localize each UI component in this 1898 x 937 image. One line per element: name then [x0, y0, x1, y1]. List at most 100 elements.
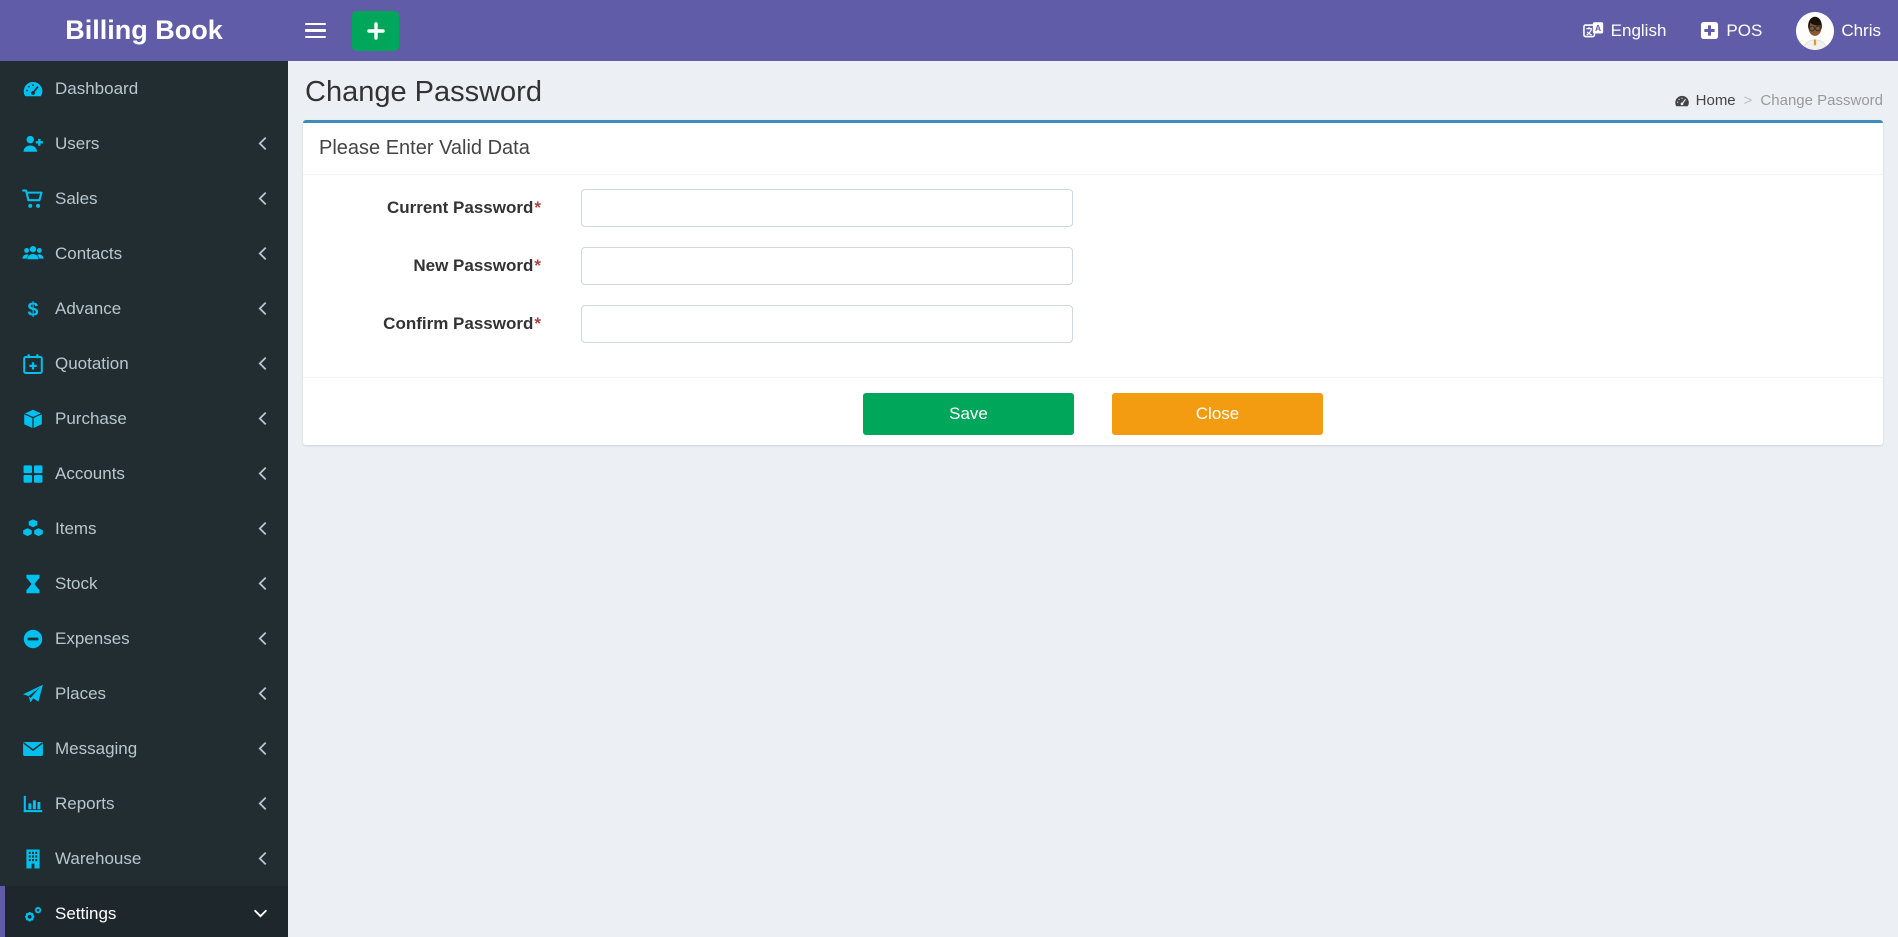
form-row-current-password: Current Password* [303, 189, 1883, 227]
sidebar-item-quotation[interactable]: Quotation [0, 336, 288, 391]
sidebar-item-accounts[interactable]: Accounts [0, 446, 288, 501]
chevron-left-icon [257, 521, 268, 536]
current-password-label: Current Password* [386, 198, 541, 217]
cart-icon [21, 188, 45, 210]
card-footer: Save Close [303, 377, 1883, 445]
navbar-right-menu: A English POS Chris [1582, 11, 1898, 50]
chevron-down-icon [253, 908, 268, 919]
sidebar-item-settings[interactable]: Settings [0, 886, 288, 937]
breadcrumb-home-link[interactable]: Home [1674, 92, 1736, 109]
sidebar-label: Items [55, 518, 97, 538]
user-plus-icon [21, 133, 45, 155]
pos-menu[interactable]: POS [1700, 21, 1762, 41]
change-password-form: Current Password* New Password* Confirm … [303, 175, 1883, 377]
sidebar-toggle-button[interactable] [305, 11, 339, 51]
form-row-new-password: New Password* [303, 247, 1883, 285]
quick-add-button[interactable] [352, 10, 399, 51]
new-password-field[interactable] [581, 247, 1073, 285]
chevron-left-icon [257, 851, 268, 866]
sidebar-label: Purchase [55, 408, 127, 428]
bar-chart-icon [21, 793, 45, 815]
card-title: Please Enter Valid Data [303, 123, 1883, 175]
sidebar-item-users[interactable]: Users [0, 116, 288, 171]
sidebar-label: Sales [55, 188, 98, 208]
chevron-left-icon [257, 686, 268, 701]
required-asterisk: * [534, 198, 541, 217]
cube-icon [21, 408, 45, 430]
save-button[interactable]: Save [863, 393, 1074, 435]
sidebar-item-reports[interactable]: Reports [0, 776, 288, 831]
change-password-card: Please Enter Valid Data Current Password… [303, 120, 1883, 445]
sidebar-item-sales[interactable]: Sales [0, 171, 288, 226]
chevron-left-icon [257, 466, 268, 481]
pos-label: POS [1726, 20, 1763, 40]
sidebar-item-items[interactable]: Items [0, 501, 288, 556]
new-password-label: New Password* [413, 256, 541, 275]
language-menu[interactable]: A English [1582, 20, 1667, 41]
sidebar-item-warehouse[interactable]: Warehouse [0, 831, 288, 886]
language-icon: A [1582, 20, 1604, 41]
dollar-icon: $ [21, 298, 45, 319]
app-logo[interactable]: Billing Book [0, 0, 288, 61]
sidebar-item-dashboard[interactable]: Dashboard [0, 61, 288, 116]
chevron-left-icon [257, 246, 268, 261]
chevron-left-icon [257, 631, 268, 646]
sidebar-label: Accounts [55, 463, 125, 483]
sidebar-label: Dashboard [55, 78, 139, 98]
gears-icon [21, 903, 45, 925]
sidebar-item-purchase[interactable]: Purchase [0, 391, 288, 446]
chevron-left-icon [257, 301, 268, 316]
grid-icon [21, 463, 45, 485]
chevron-left-icon [257, 576, 268, 591]
sidebar-label: Expenses [55, 628, 130, 648]
app-window: Billing Book A English POS Chris Dashboa… [0, 0, 1898, 937]
close-button[interactable]: Close [1112, 393, 1323, 435]
sidebar-label: Stock [55, 573, 98, 593]
required-asterisk: * [534, 314, 541, 333]
sidebar-label: Quotation [55, 353, 129, 373]
sidebar-label: Reports [55, 793, 115, 813]
chevron-left-icon [257, 796, 268, 811]
sidebar-item-contacts[interactable]: Contacts [0, 226, 288, 281]
navbar-strip: A English POS Chris [288, 0, 1898, 61]
current-password-field[interactable] [581, 189, 1073, 227]
calendar-plus-icon [21, 353, 45, 375]
breadcrumb-current: Change Password [1760, 92, 1883, 109]
sidebar-label: Settings [55, 903, 117, 923]
breadcrumb: Home > Change Password [1674, 92, 1883, 109]
dashboard-icon [1674, 93, 1690, 109]
confirm-password-field[interactable] [581, 305, 1073, 343]
svg-text:$: $ [27, 298, 38, 319]
confirm-password-label: Confirm Password* [383, 314, 541, 333]
chevron-left-icon [257, 191, 268, 206]
top-navbar: Billing Book A English POS Chris [0, 0, 1898, 61]
sidebar-label: Advance [55, 298, 122, 318]
users-icon [21, 243, 45, 265]
breadcrumb-separator: > [1743, 92, 1753, 109]
plus-square-icon [1700, 21, 1719, 40]
sidebar-item-messaging[interactable]: Messaging [0, 721, 288, 776]
sidebar-item-advance[interactable]: $ Advance [0, 281, 288, 336]
sidebar-label: Places [55, 683, 107, 703]
chevron-left-icon [257, 411, 268, 426]
breadcrumb-home-label: Home [1695, 92, 1736, 109]
username-label: Chris [1841, 20, 1881, 40]
paper-plane-icon [21, 683, 45, 705]
sidebar-item-expenses[interactable]: Expenses [0, 611, 288, 666]
sidebar-item-places[interactable]: Places [0, 666, 288, 721]
minus-circle-icon [21, 628, 45, 650]
chevron-left-icon [257, 356, 268, 371]
plus-icon [366, 21, 386, 41]
envelope-icon [21, 738, 45, 760]
required-asterisk: * [534, 256, 541, 275]
language-label: English [1610, 20, 1667, 40]
hourglass-icon [21, 573, 45, 595]
sidebar-item-stock[interactable]: Stock [0, 556, 288, 611]
sidebar-label: Warehouse [55, 848, 142, 868]
sidebar-label: Contacts [55, 243, 123, 263]
content-header: Change Password Home > Change Password [288, 61, 1898, 120]
user-menu[interactable]: Chris [1796, 11, 1881, 50]
cubes-icon [21, 518, 45, 540]
building-icon [21, 848, 45, 870]
form-row-confirm-password: Confirm Password* [303, 305, 1883, 343]
